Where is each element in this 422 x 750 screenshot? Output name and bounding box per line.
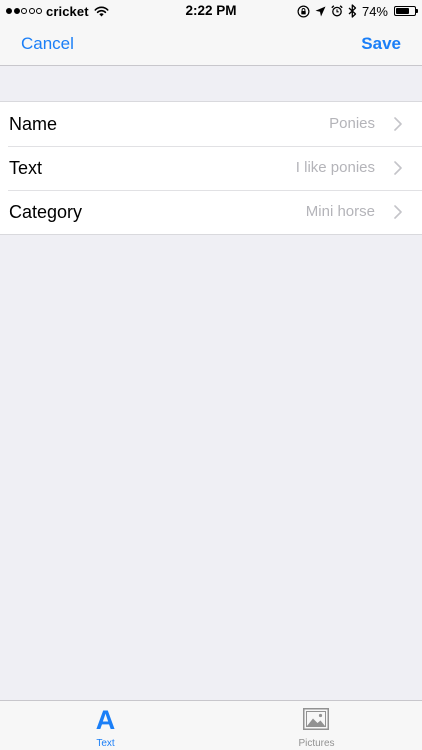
- table-row-name[interactable]: Name Ponies: [0, 102, 422, 146]
- tab-pictures[interactable]: Pictures: [211, 701, 422, 750]
- tab-text[interactable]: A Text: [0, 701, 211, 750]
- battery-fill: [396, 8, 409, 14]
- battery-percent: 74%: [361, 3, 388, 19]
- settings-table: Name Ponies Text I like ponies Category …: [0, 101, 422, 235]
- table-row-text[interactable]: Text I like ponies: [0, 146, 422, 190]
- row-value: Ponies: [329, 115, 375, 132]
- chevron-right-icon: [394, 161, 402, 175]
- status-bar: cricket 2:22 PM 74%: [0, 0, 422, 22]
- table-row-category[interactable]: Category Mini horse: [0, 190, 422, 234]
- orientation-lock-icon: [297, 4, 310, 18]
- chevron-right-icon: [394, 205, 402, 219]
- tab-bar: A Text Pictures: [0, 700, 422, 750]
- status-right: 74%: [297, 3, 418, 19]
- chevron-right-icon: [394, 117, 402, 131]
- tab-label: Text: [96, 738, 115, 749]
- row-label: Text: [9, 158, 43, 178]
- letter-a-icon: A: [95, 705, 116, 735]
- location-arrow-icon: [315, 6, 326, 16]
- picture-icon: [303, 708, 329, 730]
- row-value: Mini horse: [305, 203, 375, 220]
- row-label: Name: [9, 114, 58, 134]
- battery-icon: [394, 6, 418, 16]
- navigation-bar: Cancel Save: [0, 22, 422, 66]
- save-button[interactable]: Save: [361, 22, 401, 65]
- cancel-button[interactable]: Cancel: [21, 22, 74, 65]
- row-value: I like ponies: [295, 159, 375, 176]
- bluetooth-icon: [348, 4, 357, 18]
- tab-label: Pictures: [298, 738, 335, 749]
- row-label: Category: [9, 202, 83, 222]
- alarm-clock-icon: [331, 5, 343, 17]
